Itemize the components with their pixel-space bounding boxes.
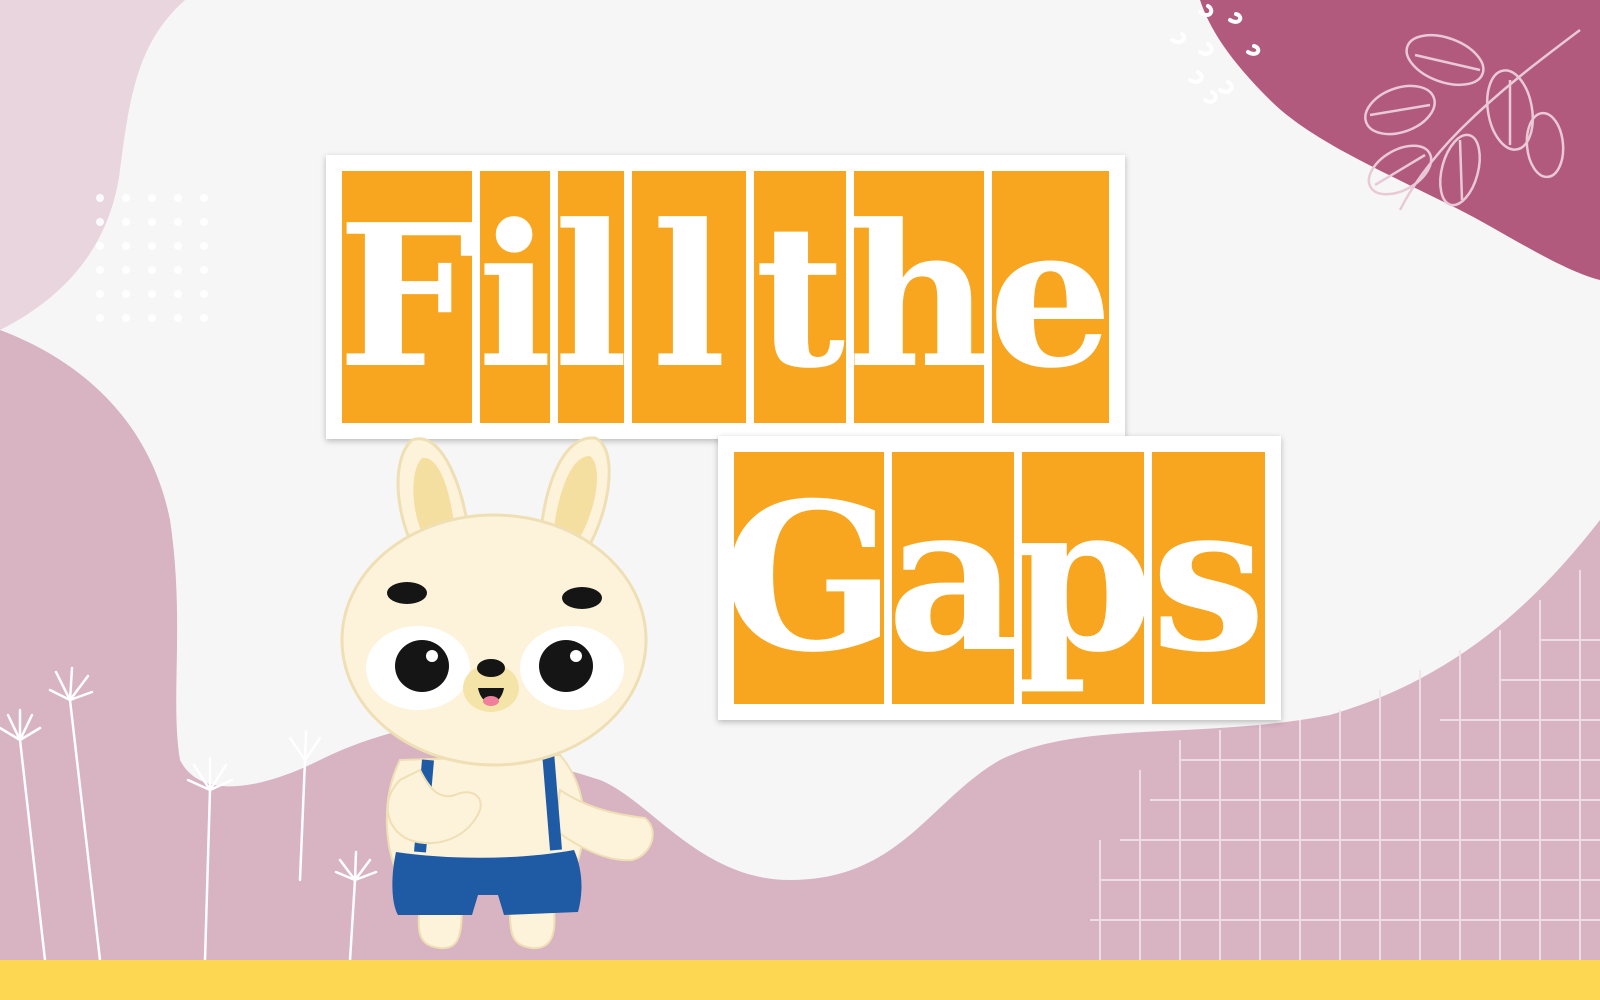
bunny-mascot [340,436,654,950]
title-screen: F i l l t h e G a p s [0,0,1600,1000]
nose [477,659,505,677]
overalls [392,850,582,915]
left-eye [395,640,449,692]
ground-strip [0,960,1600,1000]
right-eye [539,640,593,692]
bunny-icon [340,436,654,950]
